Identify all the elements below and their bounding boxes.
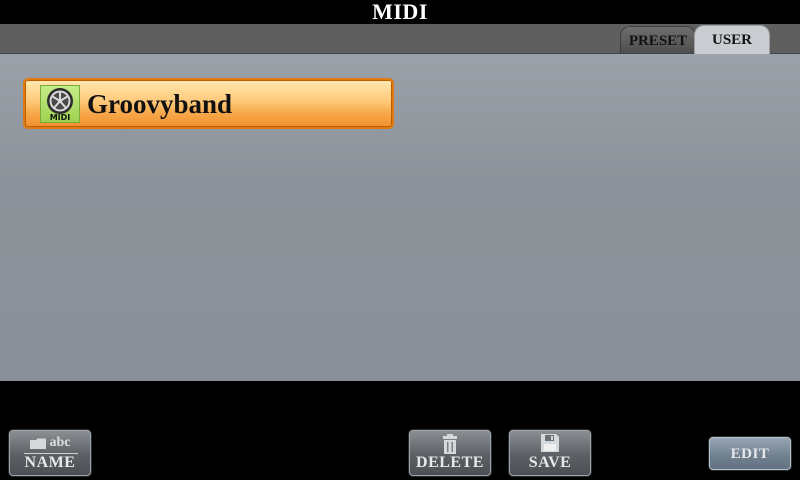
screen-title: MIDI bbox=[372, 0, 428, 24]
edit-button[interactable]: EDIT bbox=[709, 437, 791, 470]
tab-user[interactable]: USER bbox=[694, 25, 770, 54]
save-button-label: SAVE bbox=[528, 454, 572, 471]
save-button[interactable]: SAVE bbox=[509, 430, 591, 476]
file-item-groovyband[interactable]: MIDI Groovyband bbox=[23, 78, 394, 129]
floppy-disk-icon bbox=[541, 434, 559, 452]
name-button[interactable]: abc NAME bbox=[9, 430, 91, 476]
midi-icon-label: MIDI bbox=[49, 113, 71, 122]
name-button-icon: abc bbox=[10, 434, 90, 454]
file-name: Groovyband bbox=[87, 89, 233, 119]
midi-screen: MIDI PRESET USER MIDI Groovyband abc NAM… bbox=[0, 0, 800, 480]
delete-button[interactable]: DELETE bbox=[409, 430, 491, 476]
delete-button-label: DELETE bbox=[416, 454, 484, 471]
trash-icon bbox=[443, 434, 457, 454]
edit-button-label: EDIT bbox=[730, 446, 770, 462]
tab-strip: PRESET USER bbox=[0, 24, 800, 54]
title-bar: MIDI bbox=[0, 0, 800, 24]
midi-file-icon: MIDI bbox=[40, 85, 80, 123]
tab-preset[interactable]: PRESET bbox=[620, 26, 696, 53]
midi-connector-icon bbox=[47, 88, 73, 114]
file-list: MIDI Groovyband bbox=[0, 54, 800, 381]
folder-icon bbox=[29, 438, 46, 449]
name-abc-text: abc bbox=[49, 435, 71, 450]
name-button-label: NAME bbox=[24, 454, 76, 471]
bottom-toolbar: abc NAME DELETE SAVE EDIT bbox=[0, 381, 800, 480]
